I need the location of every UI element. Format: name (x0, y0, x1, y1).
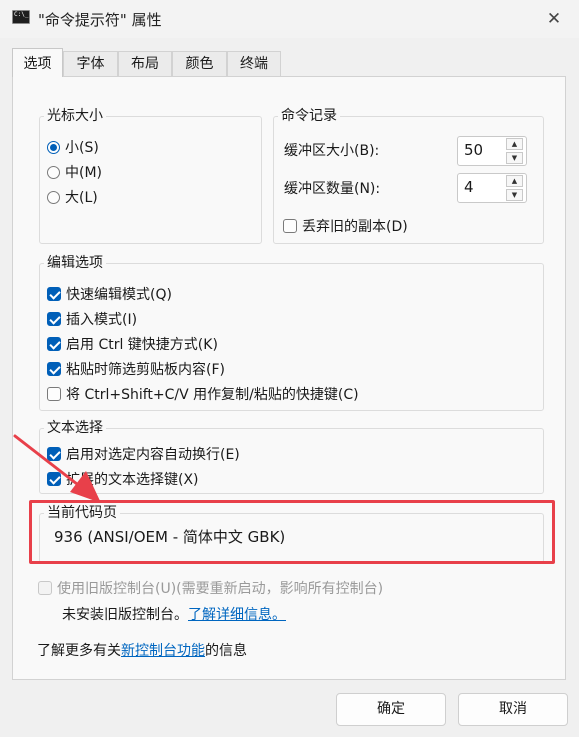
spin-down-icon[interactable]: ▼ (506, 152, 523, 164)
checkbox-checked-icon (47, 287, 61, 301)
insert-mode-checkbox[interactable]: 插入模式(I) (47, 309, 137, 331)
checkbox-checked-icon (47, 472, 61, 486)
checkbox-checked-icon (47, 447, 61, 461)
buffer-count-stepper[interactable]: 4 ▲ ▼ (457, 173, 527, 203)
checkbox-checked-icon (47, 337, 61, 351)
command-prompt-icon: C:\_ (12, 10, 30, 24)
text-selection-label: 文本选择 (44, 418, 106, 438)
checkbox-unchecked-icon (47, 387, 61, 401)
edit-options-label: 编辑选项 (44, 253, 106, 273)
spin-up-icon[interactable]: ▲ (506, 138, 523, 150)
close-button[interactable]: ✕ (538, 6, 570, 32)
checkbox-unchecked-icon (283, 219, 297, 233)
legacy-not-installed-text: 未安装旧版控制台。了解详细信息。 (62, 607, 286, 623)
window-title: "命令提示符" 属性 (38, 11, 162, 29)
new-console-features-info: 了解更多有关新控制台功能的信息 (37, 643, 247, 659)
spin-up-icon[interactable]: ▲ (506, 175, 523, 187)
tab-colors[interactable]: 颜色 (172, 51, 227, 76)
learn-more-link[interactable]: 了解详细信息。 (188, 607, 286, 623)
line-wrap-selection-checkbox[interactable]: 启用对选定内容自动换行(E) (47, 444, 240, 466)
buffer-size-stepper[interactable]: 50 ▲ ▼ (457, 136, 527, 166)
tab-terminal[interactable]: 终端 (227, 51, 281, 76)
cursor-small-radio[interactable]: 小(S) (47, 137, 99, 159)
buffer-count-value[interactable]: 4 (464, 178, 474, 196)
buffer-size-label: 缓冲区大小(B): (284, 143, 380, 159)
extended-selection-keys-checkbox[interactable]: 扩展的文本选择键(X) (47, 469, 199, 491)
cursor-medium-radio[interactable]: 中(M) (47, 162, 102, 184)
cursor-large-radio[interactable]: 大(L) (47, 187, 98, 209)
tab-options[interactable]: 选项 (12, 48, 63, 77)
title-bar: C:\_ "命令提示符" 属性 ✕ (0, 0, 579, 38)
cursor-size-group: 光标大小 小(S) 中(M) 大(L) (39, 106, 262, 244)
quick-edit-checkbox[interactable]: 快速编辑模式(Q) (47, 284, 172, 306)
discard-duplicates-checkbox[interactable]: 丢弃旧的副本(D) (283, 216, 408, 238)
checkbox-checked-icon (47, 362, 61, 376)
new-console-features-link[interactable]: 新控制台功能 (121, 643, 205, 659)
spin-down-icon[interactable]: ▼ (506, 189, 523, 201)
filter-clipboard-checkbox[interactable]: 粘贴时筛选剪贴板内容(F) (47, 359, 225, 381)
command-history-label: 命令记录 (278, 106, 340, 126)
command-history-group: 命令记录 缓冲区大小(B): 50 ▲ ▼ 缓冲区数量(N): 4 ▲ ▼ 丢弃… (273, 106, 544, 244)
tab-layout[interactable]: 布局 (118, 51, 172, 76)
highlight-box (29, 500, 555, 564)
radio-selected-icon (47, 141, 60, 154)
ctrl-shortcuts-checkbox[interactable]: 启用 Ctrl 键快捷方式(K) (47, 334, 218, 356)
checkbox-disabled-icon (38, 581, 52, 595)
buffer-count-label: 缓冲区数量(N): (284, 181, 381, 197)
radio-unselected-icon (47, 191, 60, 204)
edit-options-group: 编辑选项 快速编辑模式(Q) 插入模式(I) 启用 Ctrl 键快捷方式(K) … (39, 253, 544, 411)
buffer-size-value[interactable]: 50 (464, 141, 483, 159)
cursor-size-label: 光标大小 (44, 106, 106, 126)
ctrl-shift-copy-paste-checkbox[interactable]: 将 Ctrl+Shift+C/V 用作复制/粘贴的快捷键(C) (47, 384, 359, 406)
ok-button[interactable]: 确定 (336, 693, 446, 726)
tab-font[interactable]: 字体 (63, 51, 118, 76)
checkbox-checked-icon (47, 312, 61, 326)
cancel-button[interactable]: 取消 (458, 693, 568, 726)
text-selection-group: 文本选择 启用对选定内容自动换行(E) 扩展的文本选择键(X) (39, 418, 544, 494)
legacy-console-checkbox[interactable]: 使用旧版控制台(U)(需要重新启动，影响所有控制台) (38, 578, 383, 600)
radio-unselected-icon (47, 166, 60, 179)
